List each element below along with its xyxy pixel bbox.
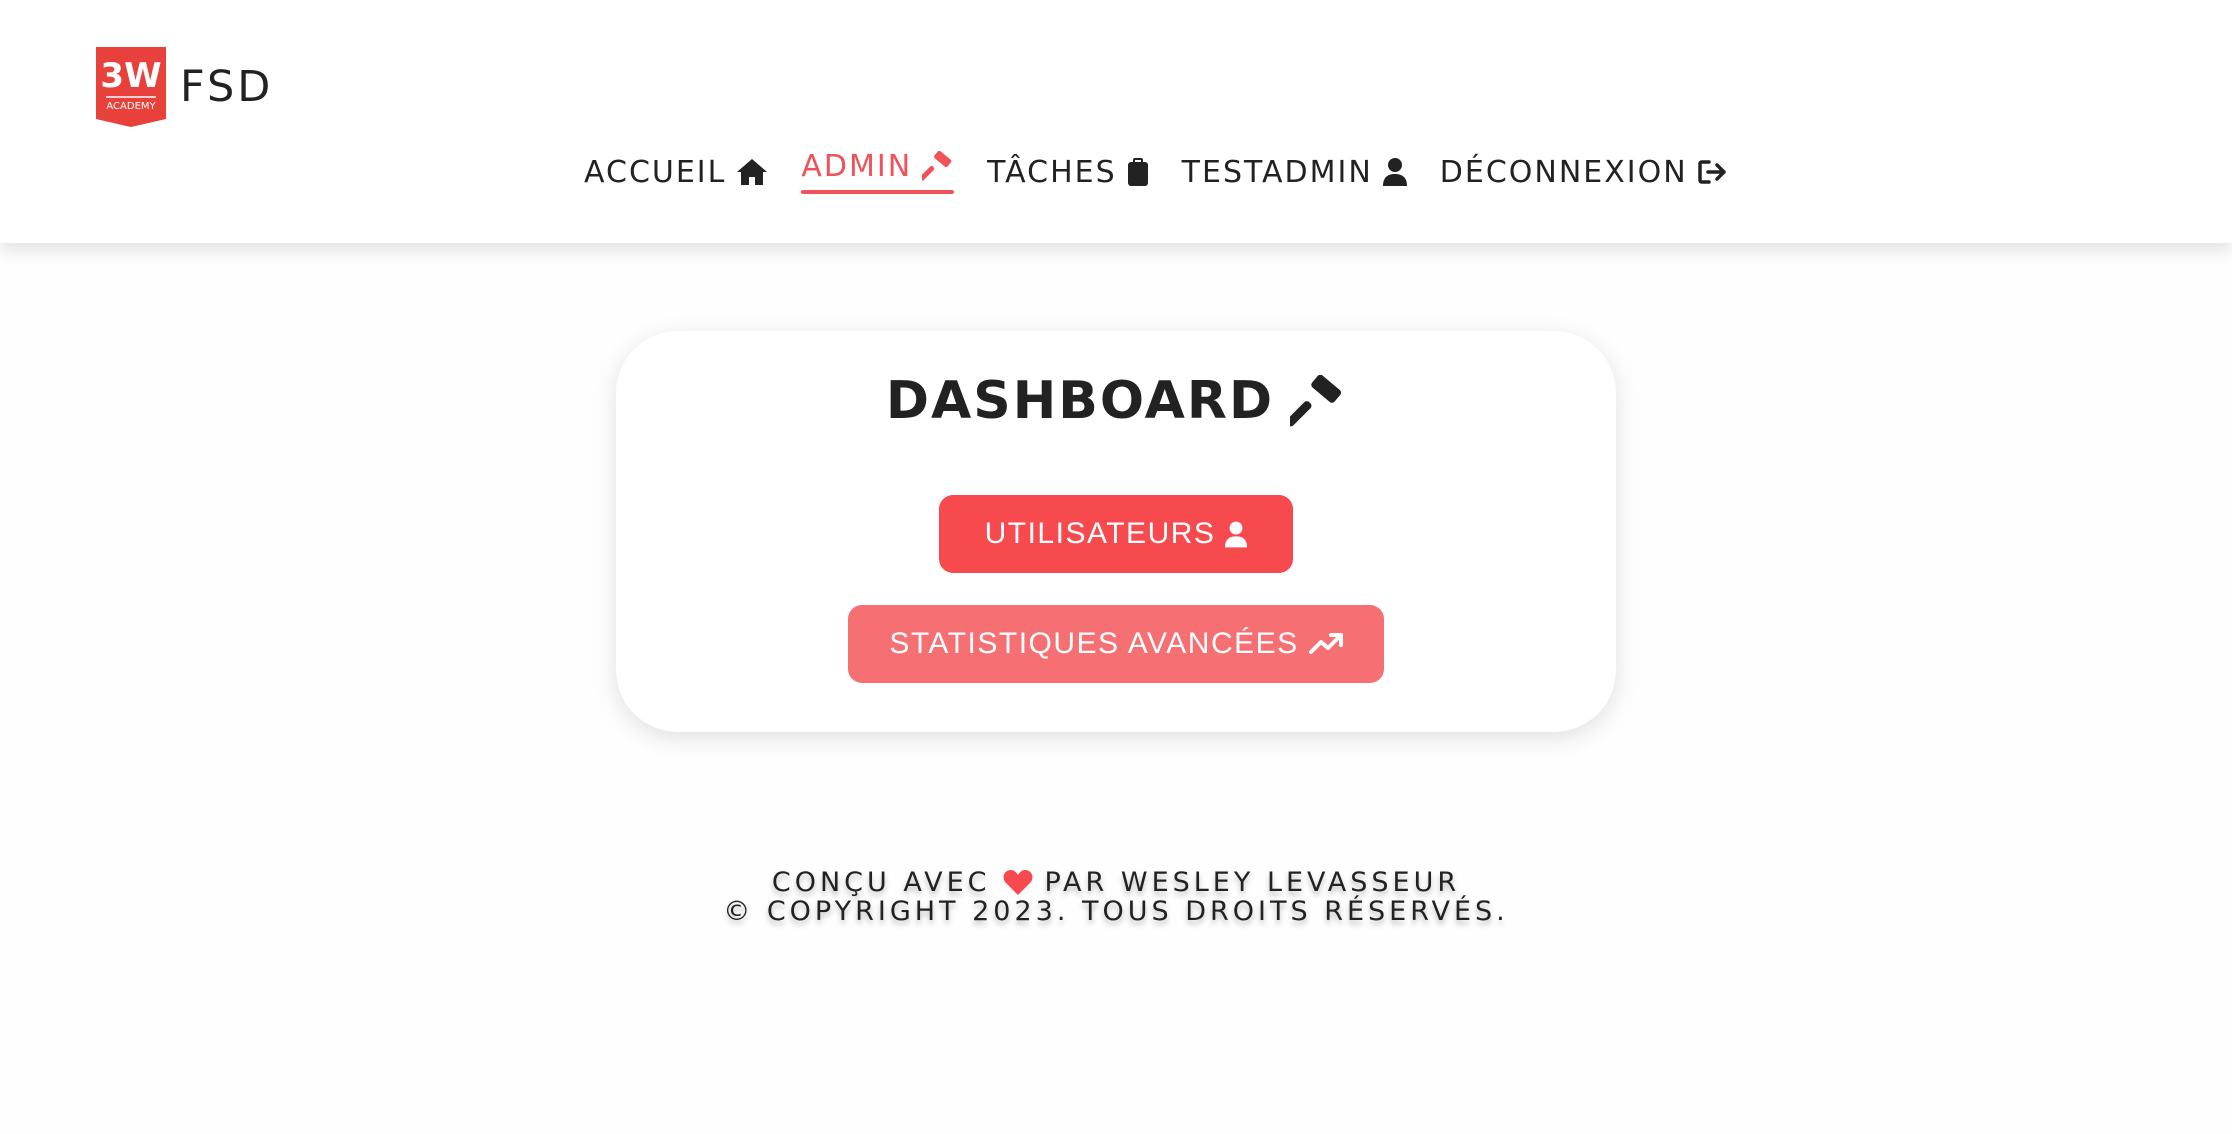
dashboard-title-text: DASHBOARD [885,371,1275,431]
user-icon [1382,158,1407,186]
users-button-label: UTILISATEURS [984,517,1216,550]
nav-item-admin[interactable]: ADMIN [801,140,954,194]
main-content: DASHBOARD UTILISATEURS STATISTIQUES AVAN… [0,243,2232,1134]
3w-academy-logo: 3W ACADEMY [96,47,166,127]
nav-item-taches[interactable]: TÂCHES [987,146,1149,198]
footer-credit-author: PAR WESLEY LEVASSEUR [1044,867,1461,898]
trend-up-icon [1308,633,1343,655]
footer-credit-prefix: CONÇU AVEC [771,867,991,898]
brand-name: FSD [180,61,274,112]
users-button[interactable]: UTILISATEURS [939,495,1293,573]
nav-item-label: DÉCONNEXION [1439,154,1688,190]
dashboard-card: DASHBOARD UTILISATEURS STATISTIQUES AVAN… [616,331,1616,732]
hammer-icon [922,151,954,181]
main-nav: ACCUEIL ADMIN TÂCHES TESTADMIN DÉCONNEXI… [584,146,1728,198]
nav-item-accueil[interactable]: ACCUEIL [584,146,768,198]
home-icon [736,158,768,186]
logo-text-top: 3W [100,56,161,96]
footer-credit-line: CONÇU AVEC PAR WESLEY LEVASSEUR [0,868,2232,897]
logout-icon [1697,159,1728,185]
nav-item-testadmin[interactable]: TESTADMIN [1182,146,1407,198]
heart-icon [1003,869,1033,896]
hammer-icon [1290,375,1346,427]
clipboard-icon [1127,158,1149,186]
nav-item-label: ACCUEIL [584,154,727,190]
user-icon [1225,521,1248,548]
nav-item-deconnexion[interactable]: DÉCONNEXION [1440,146,1728,198]
brand-link[interactable]: 3W ACADEMY FSD [96,47,273,127]
footer-copyright: © COPYRIGHT 2023. TOUS DROITS RÉSERVÉS. [723,896,1509,927]
advanced-stats-button[interactable]: STATISTIQUES AVANCÉES [848,605,1384,683]
nav-item-label: TESTADMIN [1181,154,1373,190]
dashboard-title: DASHBOARD [616,371,1616,431]
advanced-stats-button-label: STATISTIQUES AVANCÉES [889,627,1299,660]
nav-item-label: TÂCHES [987,154,1117,190]
top-header: 3W ACADEMY FSD ACCUEIL ADMIN TÂCHES TEST… [0,0,2232,243]
logo-text-bottom: ACADEMY [106,101,156,112]
footer: CONÇU AVEC PAR WESLEY LEVASSEUR © COPYRI… [0,868,2232,926]
nav-item-label: ADMIN [801,148,913,184]
